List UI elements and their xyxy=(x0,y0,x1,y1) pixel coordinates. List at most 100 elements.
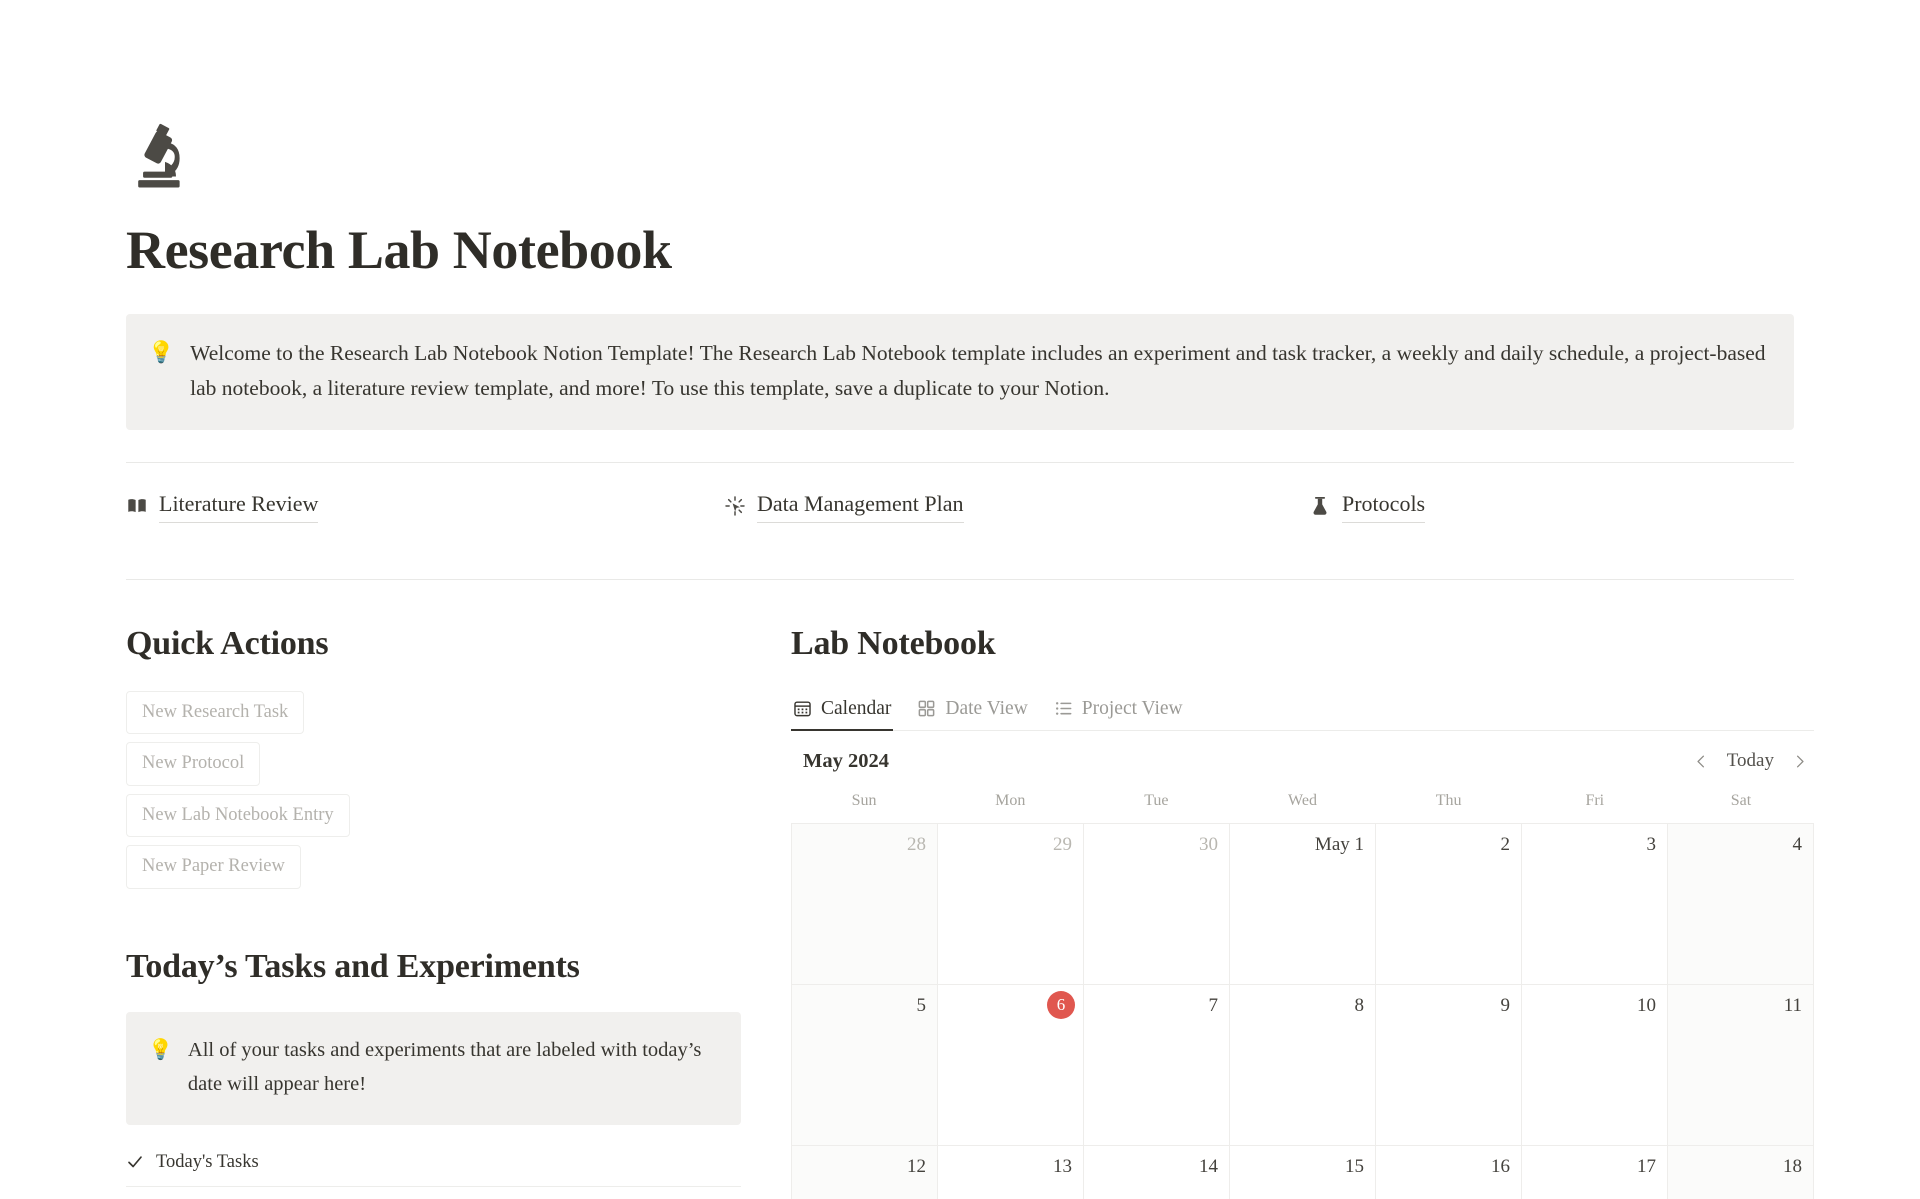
day-header-wed: Wed xyxy=(1288,791,1317,809)
calendar-week-row: 28 29 30 May 1 2 3 4 xyxy=(792,823,1814,985)
calendar-day-number: 30 xyxy=(1199,833,1218,855)
lab-notebook-heading: Lab Notebook xyxy=(791,624,996,662)
calendar-day-number: 11 xyxy=(1783,994,1802,1016)
day-header-mon: Mon xyxy=(995,791,1026,809)
calendar-day-cell[interactable]: 5 xyxy=(792,984,938,1146)
calendar-day-cell[interactable]: 11 xyxy=(1668,984,1814,1146)
list-icon xyxy=(1054,699,1073,718)
check-icon xyxy=(126,1153,144,1171)
calendar-day-number: May 1 xyxy=(1314,833,1364,855)
calendar-day-cell[interactable]: 6 xyxy=(938,984,1084,1146)
todays-tasks-toggle[interactable]: Today's Tasks xyxy=(126,1151,741,1187)
flask-icon xyxy=(1309,495,1331,517)
new-lab-notebook-entry-button[interactable]: New Lab Notebook Entry xyxy=(126,793,350,838)
todays-tasks-callout-text: All of your tasks and experiments that a… xyxy=(187,1039,702,1095)
chevron-right-icon[interactable] xyxy=(1788,750,1810,772)
lightbulb-icon: 💡 xyxy=(148,1039,173,1062)
calendar-today-button[interactable]: Today xyxy=(1727,750,1774,772)
calendar-day-cell[interactable]: 28 xyxy=(792,823,938,985)
calendar-day-cell[interactable]: 8 xyxy=(1230,984,1376,1146)
tab-calendar[interactable]: Calendar xyxy=(791,693,894,731)
tab-label: Project View xyxy=(1081,697,1183,719)
todays-tasks-toggle-label: Today's Tasks xyxy=(156,1151,259,1172)
quick-actions-list: New Research Task New Protocol New Lab N… xyxy=(126,690,741,889)
quick-actions-heading: Quick Actions xyxy=(126,624,329,662)
chevron-left-icon[interactable] xyxy=(1691,750,1713,772)
nav-link-label: Literature Review xyxy=(159,490,319,523)
day-header-sat: Sat xyxy=(1730,791,1752,809)
calendar-week-row: 12 13 14 15 16 17 18 xyxy=(792,1145,1814,1199)
calendar-day-number: 3 xyxy=(1646,833,1657,855)
gallery-icon xyxy=(917,699,936,718)
calendar-day-cell[interactable]: 12 xyxy=(792,1145,938,1199)
calendar-day-cell[interactable]: 13 xyxy=(938,1145,1084,1199)
calendar-day-cell[interactable]: 2 xyxy=(1376,823,1522,985)
day-header-fri: Fri xyxy=(1585,791,1605,809)
nav-links-row: Literature Review Data Management Plan P… xyxy=(126,463,1794,549)
new-protocol-button[interactable]: New Protocol xyxy=(126,742,261,786)
calendar-day-number: 17 xyxy=(1637,1155,1656,1177)
calendar-day-number: 16 xyxy=(1491,1155,1510,1177)
calendar-day-number: 8 xyxy=(1354,994,1365,1016)
calendar-day-cell[interactable]: 9 xyxy=(1376,984,1522,1146)
calendar-day-cell[interactable]: 14 xyxy=(1084,1145,1230,1199)
calendar-day-cell[interactable]: 29 xyxy=(938,823,1084,985)
calendar-day-headers: Sun Mon Tue Wed Thu Fri Sat xyxy=(791,788,1814,823)
left-column: Quick Actions New Research Task New Prot… xyxy=(126,624,741,1199)
calendar-day-number: 13 xyxy=(1053,1155,1072,1177)
calendar-day-cell[interactable]: May 1 xyxy=(1230,823,1376,985)
nav-link-label: Protocols xyxy=(1342,490,1426,523)
tab-date-view[interactable]: Date View xyxy=(915,693,1029,731)
divider-bottom xyxy=(126,578,1794,580)
calendar-day-cell[interactable]: 3 xyxy=(1522,823,1668,985)
calendar-day-number: 14 xyxy=(1199,1155,1218,1177)
day-header-tue: Tue xyxy=(1144,791,1169,809)
calendar-header: May 2024 Today xyxy=(791,731,1814,788)
calendar-day-number: 7 xyxy=(1208,994,1219,1016)
nav-link-label: Data Management Plan xyxy=(757,490,964,523)
calendar-day-number: 9 xyxy=(1500,994,1511,1016)
tab-label: Calendar xyxy=(821,697,892,719)
calendar-day-number: 15 xyxy=(1345,1155,1364,1177)
intro-callout-text: Welcome to the Research Lab Notebook Not… xyxy=(190,341,1766,401)
calendar-grid: 28 29 30 May 1 2 3 4 5 6 7 8 9 10 11 12 13 14 15 16 17 18 xyxy=(791,822,1814,1199)
day-header-thu: Thu xyxy=(1435,791,1462,809)
lightbulb-icon: 💡 xyxy=(148,340,175,365)
calendar-day-cell[interactable]: 7 xyxy=(1084,984,1230,1146)
calendar-icon xyxy=(793,699,812,718)
calendar-day-number: 18 xyxy=(1783,1155,1802,1177)
calendar-day-cell[interactable]: 10 xyxy=(1522,984,1668,1146)
tab-project-view[interactable]: Project View xyxy=(1052,693,1185,731)
nav-link-protocols[interactable]: Protocols xyxy=(1309,490,1426,523)
nav-link-data-management-plan[interactable]: Data Management Plan xyxy=(724,490,1309,523)
calendar-day-number: 5 xyxy=(916,994,927,1016)
calendar-day-number: 28 xyxy=(907,833,926,855)
microscope-icon[interactable] xyxy=(126,118,204,196)
new-paper-review-button[interactable]: New Paper Review xyxy=(126,845,301,889)
calendar-day-cell[interactable]: 18 xyxy=(1668,1145,1814,1199)
right-column: Lab Notebook Calendar Date View Project … xyxy=(791,624,1814,1199)
calendar-nav: Today xyxy=(1691,750,1810,772)
open-book-icon xyxy=(126,495,148,517)
calendar-day-cell[interactable]: 15 xyxy=(1230,1145,1376,1199)
intro-callout: 💡 Welcome to the Research Lab Notebook N… xyxy=(126,314,1794,431)
calendar-day-number: 2 xyxy=(1500,833,1511,855)
day-header-sun: Sun xyxy=(851,791,877,809)
calendar-day-number: 10 xyxy=(1637,994,1656,1016)
calendar-day-number: 12 xyxy=(907,1155,926,1177)
nav-link-literature-review[interactable]: Literature Review xyxy=(126,490,724,523)
calendar-day-cell[interactable]: 17 xyxy=(1522,1145,1668,1199)
calendar-month-label: May 2024 xyxy=(803,749,889,772)
calendar-day-number: 29 xyxy=(1053,833,1072,855)
new-research-task-button[interactable]: New Research Task xyxy=(126,690,305,735)
todays-tasks-callout: 💡 All of your tasks and experiments that… xyxy=(126,1012,741,1125)
cursor-sparkle-icon xyxy=(724,495,746,517)
page-root: Research Lab Notebook 💡 Welcome to the R… xyxy=(0,118,1920,1199)
calendar-day-cell[interactable]: 16 xyxy=(1376,1145,1522,1199)
todays-tasks-heading: Today’s Tasks and Experiments xyxy=(126,947,580,985)
calendar-day-cell[interactable]: 4 xyxy=(1668,823,1814,985)
lab-notebook-tabs: Calendar Date View Project View xyxy=(791,693,1814,731)
calendar-day-cell[interactable]: 30 xyxy=(1084,823,1230,985)
body-columns: Quick Actions New Research Task New Prot… xyxy=(126,624,1814,1199)
page-title: Research Lab Notebook xyxy=(126,220,672,280)
